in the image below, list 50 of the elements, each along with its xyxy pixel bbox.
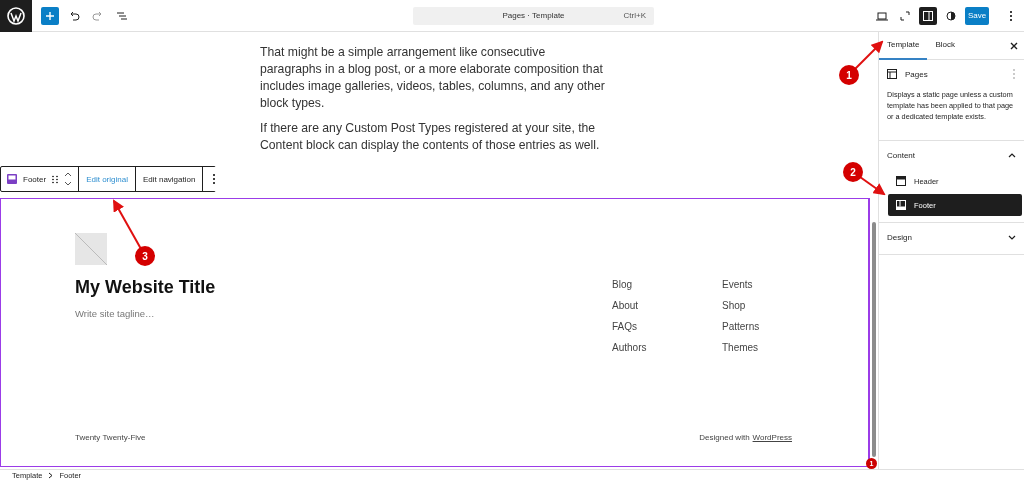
nav-link[interactable]: Patterns [722,321,792,332]
nav-link[interactable]: Shop [722,300,792,311]
panel-header[interactable]: Design [879,223,1024,250]
shortcut-hint: Ctrl+K [623,11,646,20]
drag-handle-icon [52,174,59,184]
sidebar-tab[interactable]: Template [879,31,928,60]
kebab-icon [212,173,217,185]
template-icon [887,69,897,79]
paragraph: If there are any Custom Post Types registered at your site, the Content block can display the contents of those entries as well. [260,120,601,154]
command-bar[interactable]: Pages · Template Ctrl+K [413,6,654,25]
sidebar-icon [923,10,933,21]
plus-icon [45,10,55,21]
kebab-icon [1009,9,1013,22]
list-view-icon [116,10,128,21]
wordpress-link[interactable]: WordPress [752,433,792,442]
nav-link[interactable]: Themes [722,342,792,353]
add-block-button[interactable] [41,6,59,25]
undo-icon [68,10,80,21]
wordpress-logo[interactable] [0,0,32,32]
scrollbar-thumb[interactable] [872,222,876,457]
chevron-right-icon [48,472,54,479]
redo-icon [92,10,104,21]
theme-credit: Twenty Twenty-Five [75,433,146,442]
header-icon [896,176,906,186]
footer-block-icon [7,174,17,184]
annotation-marker: 3 [135,246,155,266]
footer-icon [896,200,906,210]
laptop-icon [876,10,888,21]
annotation-marker: 1 [839,65,859,85]
designed-with-text: Designed with WordPress [699,433,792,442]
close-icon[interactable] [1010,41,1018,50]
contrast-icon [946,10,956,21]
nav-link[interactable]: About [612,300,682,311]
panel-header[interactable]: Content [879,141,1024,168]
nav-link[interactable]: Authors [612,342,682,353]
template-name: Pages [905,69,928,79]
logo-placeholder [75,233,107,265]
site-title: My Website Title [75,277,216,298]
nav-link[interactable]: Blog [612,279,682,290]
site-tagline: Write site tagline… [75,308,156,319]
annotation-marker: 2 [843,162,863,182]
sidebar-tab[interactable]: Block [927,31,964,60]
move-arrows-icon [64,172,73,186]
save-button[interactable]: Save [965,6,989,25]
nav-link[interactable]: FAQs [612,321,682,332]
fullscreen-icon [900,10,910,21]
sidebar-toggle-button[interactable] [919,6,937,25]
block-name: Footer [23,174,47,184]
paragraph: That might be a simple arrangement like consecutive paragraphs in a blog post, or a more elaborate composition that includes image galleries, videos, tables, columns, and any other block types. [260,44,606,112]
nav-link[interactable]: Events [722,279,792,290]
